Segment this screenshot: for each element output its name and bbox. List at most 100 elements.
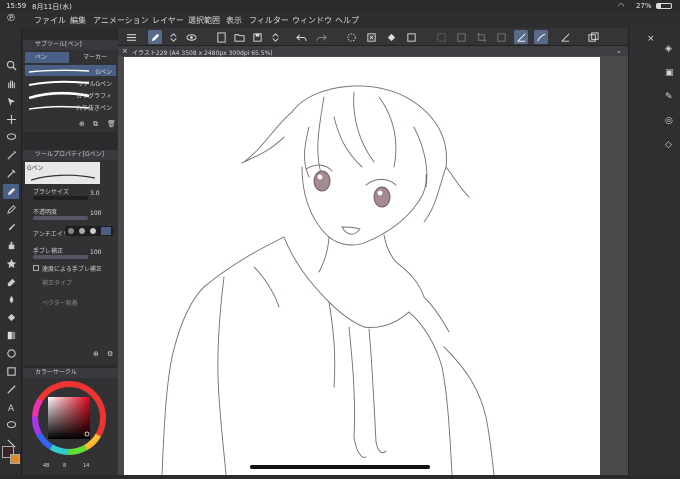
balloon-icon[interactable] [3,418,19,433]
wrench-icon[interactable]: ⚙ [107,350,113,358]
zoom-icon[interactable] [3,58,19,73]
brush-preview-name: Gペン [27,165,44,172]
status-date: 8月11日(水) [32,3,72,11]
reset-icon[interactable]: ⊛ [93,350,99,358]
brush-preview: Gペン [25,162,100,184]
opacity-slider[interactable] [33,216,88,220]
opacity-value[interactable]: 100 [90,210,101,217]
menu-bar: ℗ ファイル 編集 アニメーション レイヤー 選択範囲 表示 フィルター ウィン… [0,12,680,28]
subtool-tab-marker[interactable]: マーカー [71,52,115,63]
clear-icon[interactable] [364,30,378,44]
deselect-icon[interactable] [434,30,448,44]
operation-icon[interactable] [3,94,19,109]
menu-animation[interactable]: アニメーション [93,15,149,26]
brush-size-value[interactable]: 3.0 [90,190,100,197]
ios-status-bar: 15:59 8月11日(水) ◠ 27% [0,0,680,12]
subtool-tab-pen[interactable]: ペン [25,52,69,63]
drawing-canvas[interactable] [124,57,600,476]
chevron-down-icon[interactable]: ⌄ [616,47,622,55]
edit-icon[interactable] [148,30,162,44]
loading-icon[interactable] [344,30,358,44]
invert-selection-icon[interactable] [454,30,468,44]
text-icon[interactable]: A [3,400,19,415]
menu-filter[interactable]: フィルター [249,15,289,26]
add-subtool-icon[interactable]: ⊕ [79,120,85,128]
show-selection-icon[interactable] [494,30,508,44]
close-tab-icon[interactable]: × [122,47,128,55]
fill-icon[interactable] [3,310,19,325]
brush-icon[interactable] [3,220,19,235]
color-wheel[interactable] [31,380,107,456]
stabilization-slider[interactable] [33,255,88,259]
menu-edit[interactable]: 編集 [70,15,86,26]
navigator-icon[interactable]: ◎ [665,116,673,126]
lineart-illustration [161,85,495,476]
magic-wand-icon[interactable] [3,148,19,163]
menu-file[interactable]: ファイル [34,15,66,26]
speed-stabilization-checkbox[interactable] [33,265,39,271]
document-tab-title: イラスト229 (A4 3508 x 2480px 300dpi 65.5%) [132,50,273,57]
color-panel-title: カラーサークル [35,369,77,376]
brush-item-calligraphy[interactable]: カリグラフィ [25,89,116,100]
undo-icon[interactable] [294,30,308,44]
crop-icon[interactable] [474,30,488,44]
hand-icon[interactable] [3,76,19,91]
fill-bucket-icon[interactable] [384,30,398,44]
layers-stack-icon[interactable]: ◈ [665,44,672,54]
pencil-icon[interactable] [3,202,19,217]
copy-layer-icon[interactable] [586,30,600,44]
menu-selection[interactable]: 選択範囲 [188,15,220,26]
brush-item-real-g-pen[interactable]: リアルGペン [25,77,116,88]
stabilization-value[interactable]: 100 [90,249,101,256]
view-icon[interactable] [184,30,198,44]
gradient-icon[interactable] [3,328,19,343]
pen-tool-icon[interactable] [3,184,19,199]
antialias-selector[interactable] [65,226,113,236]
transform-icon[interactable] [404,30,418,44]
menu-help[interactable]: ヘルプ [335,15,359,26]
move-layer-icon[interactable] [3,112,19,127]
brush-item-taper-pen[interactable]: 入り抜きペン [25,101,116,112]
ruler-icon[interactable] [3,382,19,397]
updown-icon[interactable] [166,30,180,44]
airbrush-icon[interactable] [3,238,19,253]
redo-icon[interactable] [314,30,328,44]
brush-size-slider[interactable] [33,196,88,200]
subtool-panel-header: サブツール[ペン] [23,40,118,50]
document-tab[interactable]: × イラスト229 (A4 3508 x 2480px 300dpi 65.5%… [118,46,628,57]
blend-icon[interactable] [3,292,19,307]
sub-color-swatch[interactable] [10,454,20,464]
close-panel-icon[interactable]: × [647,34,655,44]
decoration-icon[interactable] [3,256,19,271]
eyedropper-icon[interactable] [3,166,19,181]
app-logo-icon[interactable]: ℗ [6,13,16,24]
material-icon[interactable]: ◇ [665,140,672,150]
lasso-icon[interactable] [3,130,19,145]
snap-ruler-icon[interactable] [514,30,528,44]
menu-icon[interactable] [124,30,138,44]
snap-special-ruler-icon[interactable] [534,30,548,44]
trash-icon[interactable]: 🗑 [107,120,116,128]
frame-icon[interactable] [3,364,19,379]
subtool-tab-marker-label: マーカー [83,54,108,61]
brush-name-real-g-pen: リアルGペン [77,81,112,88]
tool-property-icon[interactable]: ✎ [665,92,673,102]
brush-item-g-pen[interactable]: Gペン [25,65,116,76]
speed-stabilization-label: 速度による手ブレ補正 [42,266,102,273]
layer-property-icon[interactable]: ▣ [665,68,674,78]
eraser-icon[interactable] [3,274,19,289]
antialias-label: アンチエイリ [33,231,69,238]
copy-subtool-icon[interactable]: ⧉ [93,120,98,129]
menu-layer[interactable]: レイヤー [152,15,184,26]
reorder-icon[interactable] [268,30,282,44]
tool-property-header: ツールプロパティ[Gペン] [23,150,118,160]
open-folder-icon[interactable] [232,30,246,44]
menu-view[interactable]: 表示 [226,15,242,26]
snap-grid-icon[interactable] [558,30,572,44]
status-time: 15:59 [6,2,27,10]
new-file-icon[interactable] [214,30,228,44]
s-value: 8 [63,463,67,469]
figure-icon[interactable] [3,346,19,361]
save-icon[interactable] [250,30,264,44]
menu-window[interactable]: ウィンドウ [292,15,332,26]
